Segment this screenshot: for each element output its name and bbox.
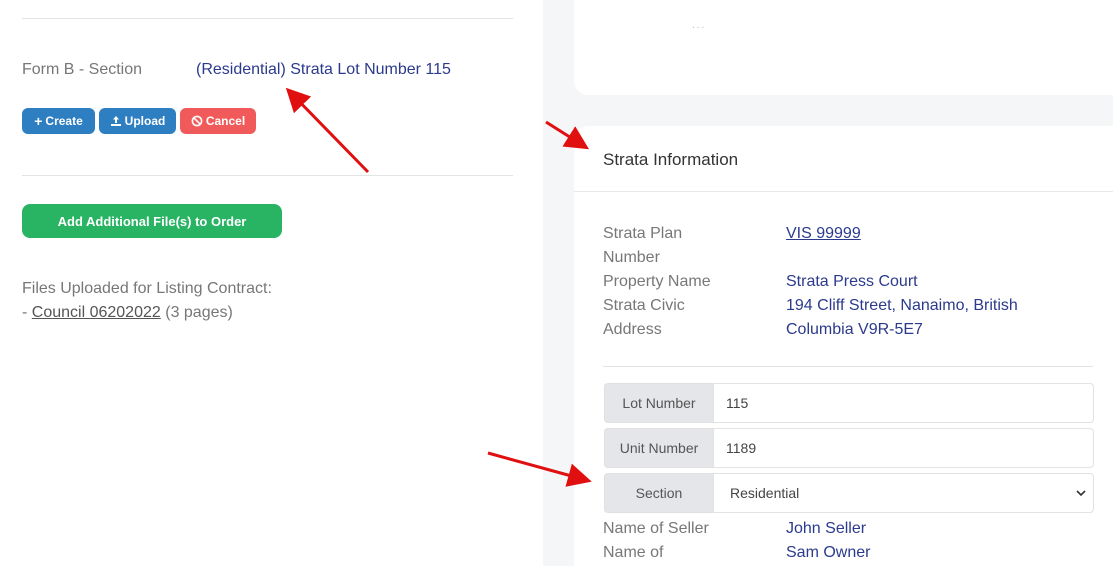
placeholder-dots: ... (692, 20, 707, 31)
section-label: Section (604, 473, 713, 513)
upload-icon (110, 116, 121, 126)
card-title: Strata Information (603, 150, 739, 169)
section-select[interactable]: Residential (713, 473, 1094, 513)
section-group: Section Residential (604, 473, 1094, 513)
divider (574, 191, 1113, 192)
add-additional-files-button[interactable]: Add Additional File(s) to Order (22, 204, 282, 238)
strata-plan-label: Strata Plan Number (603, 225, 683, 266)
section-select-value: Residential (730, 485, 800, 501)
upload-button-label: Upload (124, 114, 166, 128)
left-panel: Form B - Section (Residential) Strata Lo… (0, 0, 543, 566)
lot-number-group: Lot Number 115 (604, 383, 1094, 423)
strata-civic-label: Strata Civic Address (603, 297, 685, 338)
property-name-value: Strata Press Court (786, 273, 918, 290)
divider (22, 175, 513, 176)
file-link[interactable]: Council 06202022 (32, 304, 161, 321)
form-b-value: (Residential) Strata Lot Number 115 (196, 61, 451, 78)
unit-number-group: Unit Number 1189 (604, 428, 1094, 468)
unit-number-input[interactable]: 1189 (713, 428, 1094, 468)
cancel-button[interactable]: Cancel (180, 108, 256, 134)
divider (22, 18, 513, 19)
create-button-label: Create (45, 114, 83, 128)
files-uploaded-title: Files Uploaded for Listing Contract: (22, 280, 272, 297)
lot-number-label: Lot Number (604, 383, 713, 423)
file-list-item: - Council 06202022 (3 pages) (22, 304, 233, 322)
file-prefix: - (22, 304, 32, 321)
lot-number-input[interactable]: 115 (713, 383, 1094, 423)
strata-civic-value: 194 Cliff Street, Nanaimo, British Columb… (786, 297, 1018, 338)
owner-value: Sam Owner (786, 544, 871, 561)
seller-value: John Seller (786, 520, 867, 537)
strata-information-card: Strata Information Strata Plan Number VIS… (574, 126, 1113, 586)
seller-label: Name of Seller (603, 520, 709, 537)
form-b-label: Form B - Section (22, 61, 143, 78)
create-button[interactable]: + Create (22, 108, 95, 134)
top-card: ... (574, 0, 1113, 95)
upload-button[interactable]: Upload (99, 108, 176, 134)
plus-icon: + (34, 113, 43, 129)
strata-plan-link[interactable]: VIS 99999 (786, 222, 861, 246)
property-name-label: Property Name (603, 273, 711, 290)
file-pages: (3 pages) (165, 304, 233, 321)
owner-label: Name of (603, 544, 664, 561)
ban-icon (191, 115, 203, 127)
divider (603, 366, 1093, 367)
cancel-button-label: Cancel (205, 114, 246, 128)
unit-number-label: Unit Number (604, 428, 713, 468)
chevron-down-icon (1076, 490, 1086, 497)
